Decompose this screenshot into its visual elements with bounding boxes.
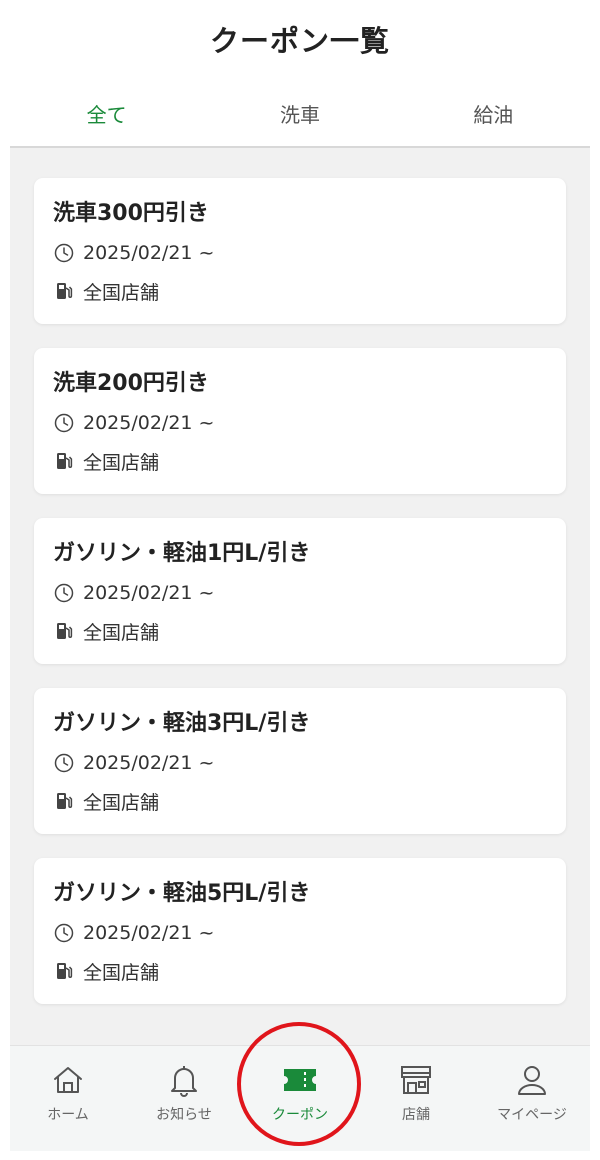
coupon-date-row: 2025/02/21 ~ bbox=[53, 238, 566, 268]
coupon-card[interactable]: ガソリン・軽油3円L/引き 2025/02/21 ~ 全国店舗 bbox=[34, 688, 566, 834]
coupon-store-row: 全国店舗 bbox=[53, 786, 566, 816]
coupon-date: 2025/02/21 ~ bbox=[83, 582, 215, 604]
fuel-pump-icon bbox=[53, 620, 75, 642]
clock-icon bbox=[53, 412, 75, 434]
app-header: クーポン一覧 bbox=[0, 0, 600, 78]
coupon-date: 2025/02/21 ~ bbox=[83, 752, 215, 774]
ticket-icon bbox=[280, 1062, 320, 1098]
nav-home-label: ホーム bbox=[47, 1107, 89, 1123]
fuel-pump-icon bbox=[53, 960, 75, 982]
coupon-title: 洗車200円引き bbox=[53, 371, 209, 396]
coupon-card[interactable]: ガソリン・軽油5円L/引き 2025/02/21 ~ 全国店舗 bbox=[34, 858, 566, 1004]
coupon-date: 2025/02/21 ~ bbox=[83, 922, 215, 944]
fuel-pump-icon bbox=[53, 280, 75, 302]
clock-icon bbox=[53, 242, 75, 264]
coupon-store: 全国店舗 bbox=[83, 451, 160, 474]
clock-icon bbox=[53, 922, 75, 944]
coupon-store: 全国店舗 bbox=[83, 961, 160, 984]
coupon-date-row: 2025/02/21 ~ bbox=[53, 408, 566, 438]
tab-fuel[interactable]: 給油 bbox=[397, 78, 590, 148]
coupon-title: ガソリン・軽油3円L/引き bbox=[53, 711, 311, 736]
coupon-store-row: 全国店舗 bbox=[53, 446, 566, 476]
nav-mypage[interactable]: マイページ bbox=[474, 1046, 590, 1151]
bell-icon bbox=[164, 1062, 204, 1098]
nav-stores-label: 店舗 bbox=[402, 1107, 430, 1123]
coupon-store: 全国店舗 bbox=[83, 791, 160, 814]
nav-coupons-label: クーポン bbox=[272, 1107, 328, 1123]
tab-car-wash[interactable]: 洗車 bbox=[203, 78, 396, 148]
coupon-date-row: 2025/02/21 ~ bbox=[53, 918, 566, 948]
coupon-date-row: 2025/02/21 ~ bbox=[53, 578, 566, 608]
tab-all[interactable]: 全て bbox=[10, 78, 203, 150]
coupon-card[interactable]: ガソリン・軽油1円L/引き 2025/02/21 ~ 全国店舗 bbox=[34, 518, 566, 664]
coupon-store: 全国店舗 bbox=[83, 621, 160, 644]
store-icon bbox=[396, 1062, 436, 1098]
clock-icon bbox=[53, 752, 75, 774]
coupon-title: 洗車300円引き bbox=[53, 201, 209, 226]
user-icon bbox=[512, 1062, 552, 1098]
coupon-store: 全国店舗 bbox=[83, 281, 160, 304]
coupon-title: ガソリン・軽油5円L/引き bbox=[53, 881, 311, 906]
fuel-pump-icon bbox=[53, 790, 75, 812]
nav-mypage-label: マイページ bbox=[497, 1107, 567, 1123]
coupon-store-row: 全国店舗 bbox=[53, 616, 566, 646]
nav-notifications[interactable]: お知らせ bbox=[126, 1046, 242, 1151]
nav-home[interactable]: ホーム bbox=[10, 1046, 126, 1151]
coupon-title: ガソリン・軽油1円L/引き bbox=[53, 541, 311, 566]
coupon-card[interactable]: 洗車200円引き 2025/02/21 ~ 全国店舗 bbox=[34, 348, 566, 494]
coupon-store-row: 全国店舗 bbox=[53, 276, 566, 306]
coupon-list: 洗車300円引き 2025/02/21 ~ 全国店舗 洗車200円引き 2025… bbox=[10, 148, 590, 1045]
coupon-card[interactable]: 洗車300円引き 2025/02/21 ~ 全国店舗 bbox=[34, 178, 566, 324]
home-icon bbox=[48, 1062, 88, 1098]
clock-icon bbox=[53, 582, 75, 604]
nav-notifications-label: お知らせ bbox=[156, 1107, 212, 1123]
coupon-store-row: 全国店舗 bbox=[53, 956, 566, 986]
bottom-navigation: ホーム お知らせ クーポン 店舗 マイページ bbox=[10, 1045, 590, 1151]
category-tabs: 全て 洗車 給油 bbox=[10, 78, 590, 150]
nav-stores[interactable]: 店舗 bbox=[358, 1046, 474, 1151]
coupon-date: 2025/02/21 ~ bbox=[83, 412, 215, 434]
nav-coupons[interactable]: クーポン bbox=[242, 1046, 358, 1151]
coupon-date: 2025/02/21 ~ bbox=[83, 242, 215, 264]
page-title: クーポン一覧 bbox=[209, 24, 390, 58]
fuel-pump-icon bbox=[53, 450, 75, 472]
coupon-date-row: 2025/02/21 ~ bbox=[53, 748, 566, 778]
